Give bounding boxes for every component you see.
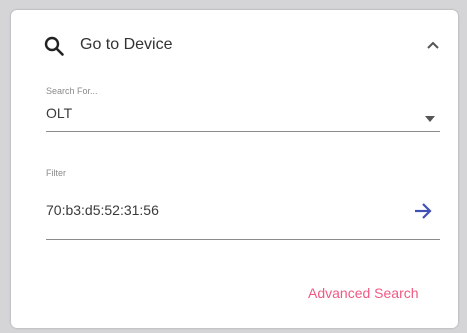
caret-down-icon[interactable] [424,110,436,122]
search-for-underline [46,131,440,132]
panel-title: Go to Device [80,36,173,53]
filter-underline [46,239,440,240]
filter-label: Filter [46,168,66,178]
search-for-value[interactable]: OLT [46,105,72,121]
advanced-search-link[interactable]: Advanced Search [308,285,419,301]
arrow-right-icon[interactable] [411,200,435,222]
panel-header[interactable]: Go to Device [11,10,458,80]
filter-field[interactable]: Filter 70:b3:d5:52:31:56 [46,168,440,243]
chevron-up-icon[interactable] [423,36,443,56]
search-for-label: Search For... [46,86,98,96]
go-to-device-panel: Go to Device Search For... OLT Filter 70… [11,10,458,328]
search-icon [43,35,65,57]
filter-input[interactable]: 70:b3:d5:52:31:56 [46,202,159,218]
search-for-select[interactable]: Search For... OLT [46,86,440,134]
